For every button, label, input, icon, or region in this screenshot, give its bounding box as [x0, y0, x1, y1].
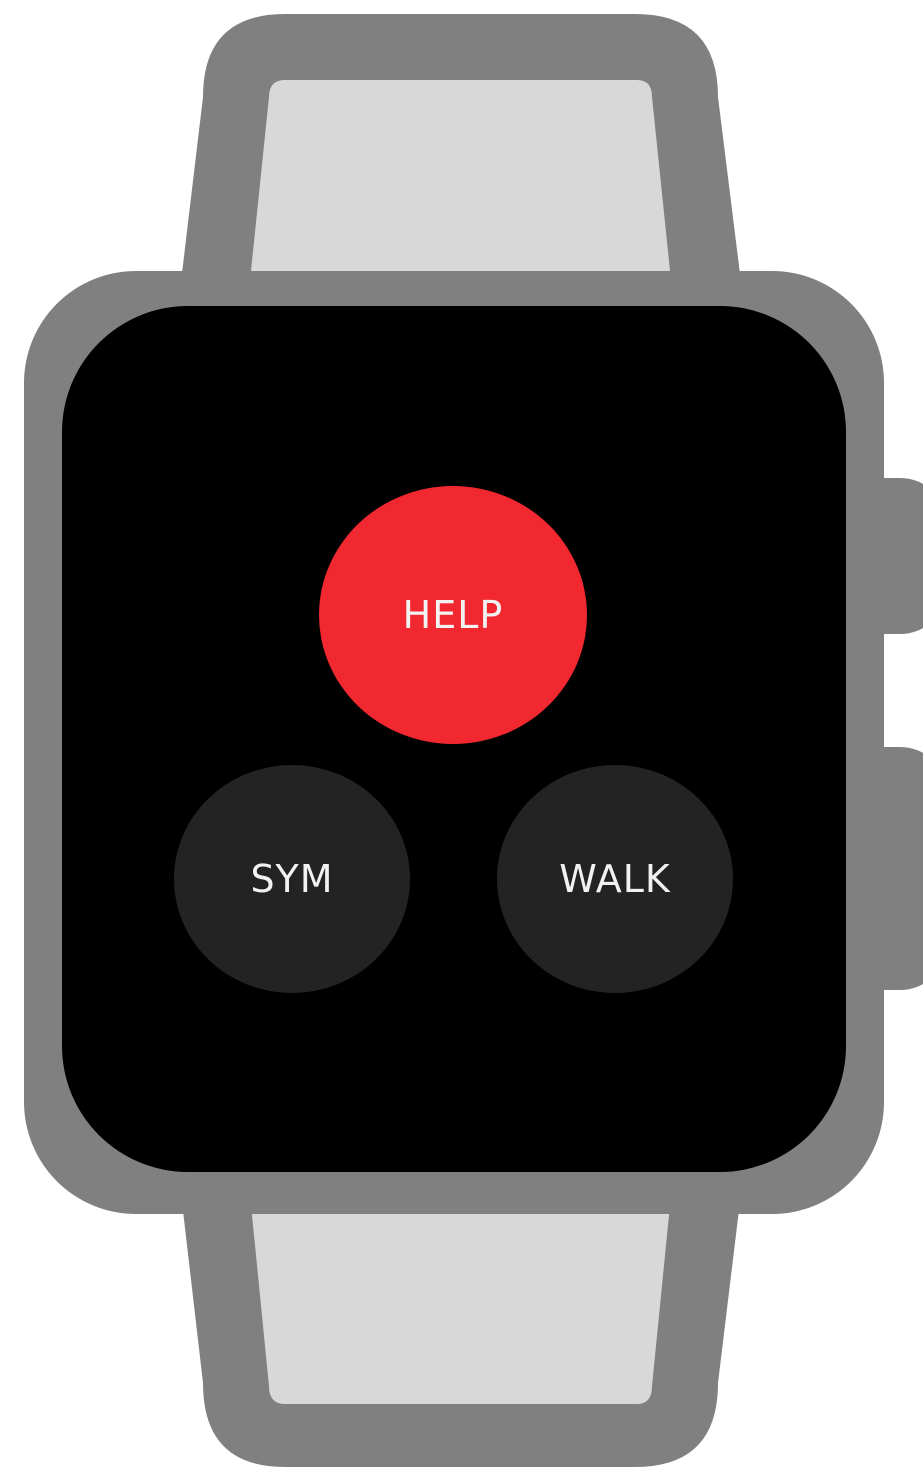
walk-button-label: WALK [559, 857, 671, 901]
bottom-strap-inner [249, 1185, 672, 1404]
top-strap-inner [249, 80, 672, 290]
walk-button[interactable]: WALK [497, 765, 733, 993]
sym-button-label: SYM [250, 857, 334, 901]
sym-button[interactable]: SYM [174, 765, 410, 993]
help-button-label: HELP [402, 593, 504, 637]
help-button[interactable]: HELP [319, 486, 587, 744]
